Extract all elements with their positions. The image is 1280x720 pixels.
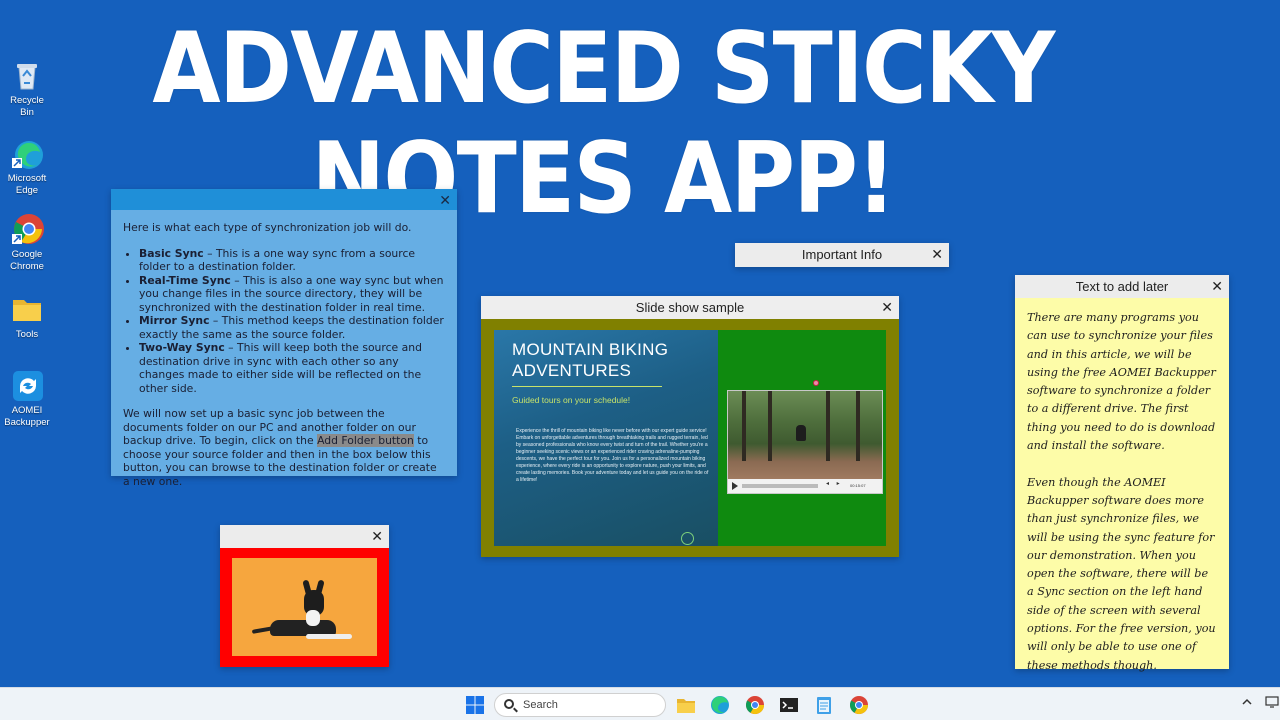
note-titlebar[interactable]: ✕ — [220, 525, 389, 548]
terminal-icon[interactable] — [778, 694, 800, 716]
video-time: 00:15:07 — [850, 483, 866, 488]
sticky-note-sync[interactable]: ✕ Here is what each type of synchronizat… — [111, 189, 457, 488]
note-title: Slide show sample — [635, 300, 745, 315]
chevron-up-icon[interactable] — [1241, 696, 1253, 711]
chrome-icon — [10, 212, 44, 246]
desktop-icon-label: AOMEI Backupper — [4, 405, 50, 428]
media-buttons[interactable]: ◂ ▸ — [826, 480, 843, 487]
chrome-icon[interactable] — [848, 694, 870, 716]
note-intro: Here is what each type of synchronizatio… — [123, 221, 412, 234]
video-player[interactable]: ◂ ▸ 00:15:07 — [727, 390, 883, 494]
list-item: Real-Time Sync – This is also a one way … — [139, 274, 445, 315]
sync-type-list: Basic Sync – This is a one way sync from… — [139, 247, 445, 396]
desktop-icon-recycle-bin[interactable]: Recycle Bin — [2, 58, 52, 119]
dog-photo — [232, 558, 377, 656]
slide-heading: MOUNTAIN BIKING ADVENTURES — [512, 340, 669, 380]
slide-preview[interactable]: MOUNTAIN BIKING ADVENTURES Guided tours … — [494, 330, 886, 546]
start-icon[interactable] — [464, 694, 486, 716]
edge-icon — [10, 136, 44, 170]
monitor-icon[interactable] — [1265, 696, 1279, 711]
desktop-icon-label: Recycle Bin — [10, 95, 44, 118]
note-outro: We will now set up a basic sync job betw… — [123, 407, 437, 488]
note-titlebar[interactable]: Slide show sample ✕ — [481, 296, 899, 319]
sticky-note-slideshow[interactable]: Slide show sample ✕ MOUNTAIN BIKING ADVE… — [481, 296, 899, 557]
play-icon[interactable] — [732, 482, 738, 490]
seek-bar[interactable] — [742, 484, 818, 488]
desktop-icon-edge[interactable]: Microsoft Edge — [2, 136, 52, 197]
desktop-icon-label: Microsoft Edge — [7, 173, 47, 196]
note-body[interactable]: There are many programs you can use to s… — [1015, 298, 1229, 675]
close-icon[interactable]: ✕ — [371, 525, 383, 547]
sticky-note-important[interactable]: Important Info ✕ — [735, 243, 949, 267]
desktop-icon-tools[interactable]: Tools — [2, 292, 52, 341]
rotate-handle[interactable] — [813, 380, 819, 386]
close-icon[interactable]: ✕ — [1211, 275, 1223, 297]
search-input[interactable]: Search — [494, 693, 666, 717]
file-explorer-icon[interactable] — [675, 694, 697, 716]
divider — [512, 386, 662, 387]
recycle-bin-icon — [10, 58, 44, 92]
close-icon[interactable]: ✕ — [439, 189, 451, 211]
notepad-icon[interactable] — [813, 694, 835, 716]
sticky-note-later[interactable]: Text to add later ✕ There are many progr… — [1015, 275, 1229, 672]
video-controls[interactable]: ◂ ▸ 00:15:07 — [728, 479, 882, 493]
circle-icon — [681, 532, 694, 545]
note-title: Important Info — [801, 247, 883, 262]
close-icon[interactable]: ✕ — [931, 243, 943, 265]
note-titlebar[interactable]: Text to add later ✕ — [1015, 275, 1229, 298]
aomei-icon — [10, 368, 44, 402]
desktop-icon-label: Tools — [15, 329, 39, 340]
note-titlebar[interactable]: ✕ — [111, 189, 457, 210]
search-icon — [504, 699, 514, 709]
sticky-note-image[interactable]: ✕ — [220, 525, 389, 667]
desktop-icon-chrome[interactable]: Google Chrome — [2, 212, 52, 273]
note-body[interactable]: Here is what each type of synchronizatio… — [111, 210, 457, 499]
folder-icon — [10, 292, 44, 326]
rider-figure — [796, 425, 806, 441]
list-item: Mirror Sync – This method keeps the dest… — [139, 314, 445, 341]
slide-paragraph: Experience the thrill of mountain biking… — [516, 428, 709, 483]
search-placeholder: Search — [523, 699, 558, 711]
highlighted-text: Add Folder button — [317, 434, 414, 447]
taskbar: Search — [0, 687, 1280, 720]
list-item: Basic Sync – This is a one way sync from… — [139, 247, 445, 274]
desktop-icon-aomei[interactable]: AOMEI Backupper — [2, 368, 52, 429]
note-titlebar[interactable]: Important Info ✕ — [735, 243, 949, 267]
close-icon[interactable]: ✕ — [881, 296, 893, 318]
list-item: Two-Way Sync – This will keep both the s… — [139, 341, 445, 395]
video-frame — [728, 391, 882, 479]
desktop-icon-label: Google Chrome — [10, 249, 44, 272]
edge-icon[interactable] — [709, 694, 731, 716]
slide-text-panel: MOUNTAIN BIKING ADVENTURES Guided tours … — [494, 330, 718, 546]
chrome-icon[interactable] — [744, 694, 766, 716]
slide-subheading: Guided tours on your schedule! — [512, 395, 631, 405]
note-title: Text to add later — [1075, 279, 1169, 294]
